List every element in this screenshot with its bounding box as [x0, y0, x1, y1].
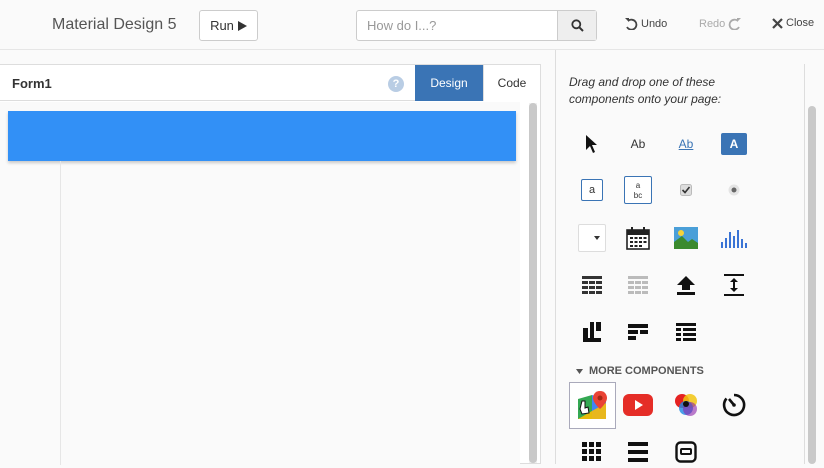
run-button[interactable]: Run: [199, 10, 258, 41]
stacked-bars-icon: [628, 442, 648, 462]
flow-panel-component[interactable]: [622, 316, 654, 348]
card-icon: [675, 441, 697, 463]
search-button[interactable]: [557, 11, 596, 40]
button-component[interactable]: A: [718, 128, 750, 160]
tab-code[interactable]: Code: [483, 65, 540, 101]
canvas-scrollbar[interactable]: [529, 103, 537, 463]
help-icon[interactable]: ?: [388, 76, 404, 92]
close-label: Close: [786, 17, 815, 29]
checkbox-component[interactable]: [670, 174, 702, 206]
radio-icon: [728, 184, 740, 196]
close-button[interactable]: Close: [772, 17, 814, 29]
palette-scroll-track: [804, 64, 805, 464]
repeating-panel-icon: [628, 276, 648, 294]
youtube-icon: [623, 394, 653, 416]
label-component[interactable]: Ab: [622, 128, 654, 160]
cursor-icon: [586, 135, 597, 153]
sidebar-column-divider: [60, 161, 61, 465]
checkbox-icon: [680, 184, 692, 196]
grid-panel-component[interactable]: [576, 436, 608, 468]
spacer-component[interactable]: [718, 269, 750, 301]
color-wheel-icon: [675, 394, 697, 416]
app-title: Material Design 5: [52, 16, 177, 33]
youtube-component[interactable]: [622, 389, 654, 421]
google-map-component[interactable]: [569, 382, 616, 429]
search-box: [356, 10, 597, 41]
file-loader-component[interactable]: [670, 269, 702, 301]
button-preview: A: [721, 133, 747, 155]
redo-label: Redo: [699, 17, 726, 30]
more-components-toggle[interactable]: MORE COMPONENTS: [576, 365, 704, 377]
spacer-icon: [724, 274, 744, 296]
palette-scrollbar-thumb[interactable]: [808, 106, 816, 464]
design-canvas[interactable]: [0, 102, 520, 465]
textarea-preview: a bc: [624, 176, 652, 204]
undo-label: Undo: [641, 17, 668, 30]
form-editor-panel: Form1 ? Design Code: [0, 64, 541, 465]
upload-icon: [677, 276, 695, 295]
flow-panel-icon: [628, 324, 648, 340]
dropdown-component[interactable]: [576, 222, 608, 254]
timer-icon: [722, 393, 746, 417]
run-label: Run: [210, 18, 234, 33]
card-component[interactable]: [670, 436, 702, 468]
form-title: Form1: [12, 76, 52, 91]
textbox-component[interactable]: a: [576, 174, 608, 206]
grid-table-icon: [582, 276, 602, 294]
search-icon: [570, 19, 584, 32]
textbox-preview: a: [581, 179, 603, 201]
close-icon: [772, 17, 783, 29]
image-icon: [674, 227, 698, 249]
calendar-icon: [626, 227, 650, 250]
repeating-panel-component[interactable]: [622, 269, 654, 301]
rich-text-component[interactable]: [670, 316, 702, 348]
top-toolbar: Material Design 5 Run Undo Redo Close: [0, 0, 824, 50]
more-components-label: MORE COMPONENTS: [589, 365, 704, 377]
grid-dots-icon: [582, 442, 601, 461]
data-grid-component[interactable]: [576, 269, 608, 301]
form-header: Form1 ? Design Code: [0, 65, 540, 101]
linear-panel-component[interactable]: [622, 436, 654, 468]
image-component[interactable]: [670, 222, 702, 254]
caret-down-icon: [576, 368, 583, 374]
bar-chart-icon: [721, 230, 747, 248]
column-panel-icon: [583, 322, 601, 342]
canvas-scrollbar-thumb[interactable]: [529, 103, 537, 463]
color-picker-component[interactable]: [670, 389, 702, 421]
redo-icon: [729, 18, 742, 30]
google-maps-icon: [577, 390, 607, 419]
plot-component[interactable]: [718, 222, 750, 254]
list-text-icon: [676, 323, 696, 341]
pointer-tool[interactable]: [576, 128, 608, 160]
tab-design[interactable]: Design: [415, 65, 483, 101]
palette-instructions: Drag and drop one of these components on…: [569, 75, 722, 106]
radio-component[interactable]: [718, 174, 750, 206]
caret-down-icon: [594, 236, 600, 240]
column-panel-component[interactable]: [576, 316, 608, 348]
timer-component[interactable]: [718, 389, 750, 421]
textarea-component[interactable]: a bc: [622, 174, 654, 206]
component-palette: Drag and drop one of these components on…: [556, 50, 804, 464]
app-nav-bar[interactable]: [8, 111, 516, 161]
redo-button[interactable]: Redo: [699, 17, 742, 30]
datepicker-component[interactable]: [622, 222, 654, 254]
undo-icon: [625, 18, 638, 30]
play-icon: [237, 20, 247, 31]
undo-button[interactable]: Undo: [624, 17, 667, 30]
search-input[interactable]: [357, 11, 557, 40]
link-component[interactable]: Ab: [670, 128, 702, 160]
dropdown-preview: [578, 224, 606, 252]
